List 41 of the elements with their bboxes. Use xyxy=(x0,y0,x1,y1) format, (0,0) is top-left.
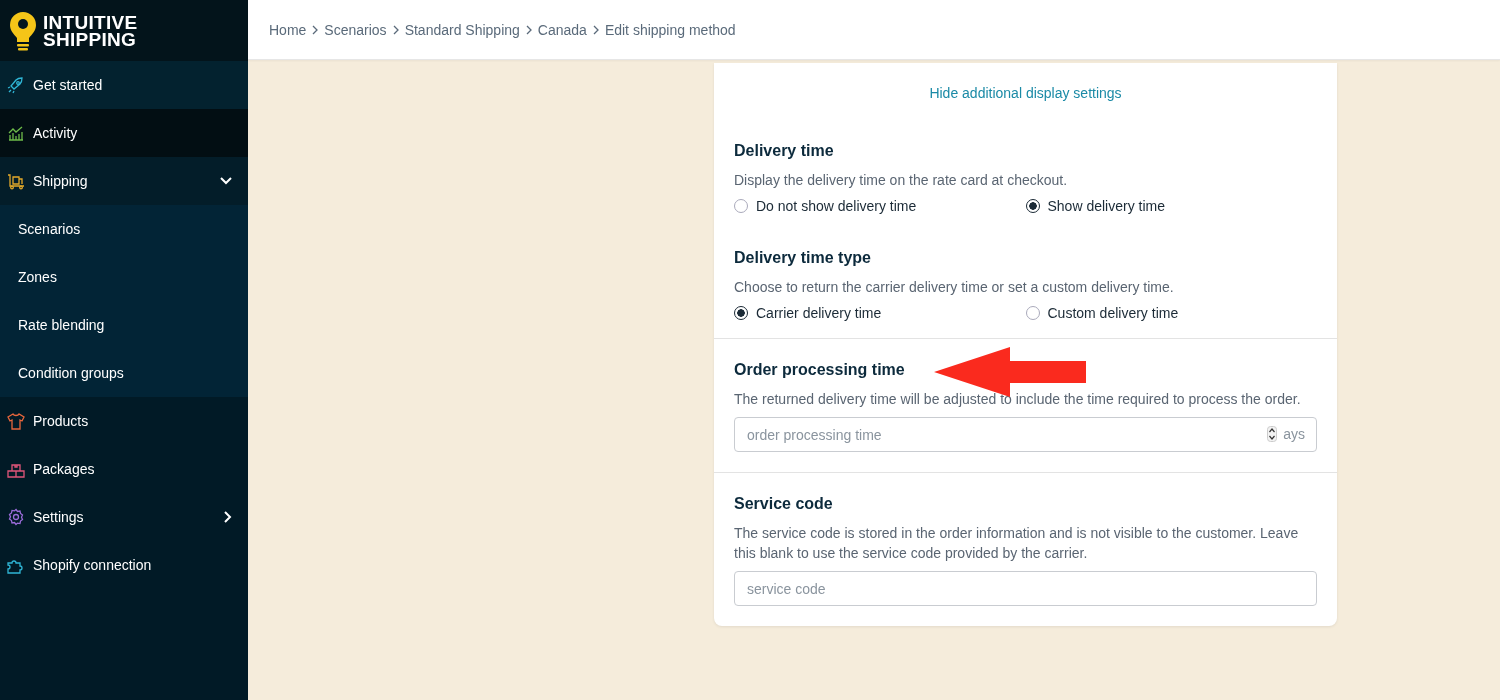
sidebar-item[interactable]: Activity xyxy=(0,109,248,157)
section-description: Display the delivery time on the rate card at checkout. xyxy=(734,171,1069,190)
toggle-link[interactable]: Hide additional display settings xyxy=(929,85,1122,101)
sidebar-subitem[interactable]: Rate blending xyxy=(0,301,248,349)
unit-suffix: ays xyxy=(1283,426,1305,442)
chart-icon xyxy=(7,124,25,142)
section-title: Order processing time xyxy=(734,361,905,379)
breadcrumb-link[interactable]: Home xyxy=(269,21,307,38)
section-description: The returned delivery time will be adjusted to include the time required to process the order. xyxy=(734,390,1302,409)
breadcrumb-link[interactable]: Canada xyxy=(537,21,587,38)
section-title: Delivery time xyxy=(734,142,834,160)
breadcrumb-link[interactable]: Standard Shipping xyxy=(404,21,520,38)
chevron-right-icon xyxy=(392,24,399,35)
shirt-icon xyxy=(7,412,25,430)
sidebar-subitem[interactable]: Condition groups xyxy=(0,349,248,397)
breadcrumb-link[interactable]: Scenarios xyxy=(324,21,387,38)
sidebar-subitem[interactable]: Zones xyxy=(0,253,248,301)
radio-label: Carrier delivery time xyxy=(756,305,882,321)
breadcrumb-current: Edit shipping method xyxy=(604,21,736,38)
logo-text: SHIPPING xyxy=(43,30,138,48)
chevron-right-icon xyxy=(525,24,532,35)
spinner-icon[interactable] xyxy=(1267,426,1277,442)
radio-button[interactable] xyxy=(734,306,748,320)
sidebar-item[interactable]: Get started xyxy=(0,61,248,109)
radio-label: Do not show delivery time xyxy=(756,198,917,214)
section-description: Choose to return the carrier delivery time or set a custom delivery time. xyxy=(734,278,1175,297)
bulb-pin-icon xyxy=(9,10,37,51)
chevron-right-icon xyxy=(312,24,319,35)
radio-label: Custom delivery time xyxy=(1047,305,1179,321)
radio-button[interactable] xyxy=(1025,199,1040,213)
chevron-right-icon xyxy=(592,24,599,35)
section-title: Service code xyxy=(734,495,833,513)
logo-text: INTUITIVE xyxy=(43,13,138,31)
radio-label: Show delivery time xyxy=(1047,198,1165,214)
rocket-icon xyxy=(7,76,25,94)
input-field[interactable]: service code xyxy=(734,571,1317,606)
section-title: Delivery time type xyxy=(734,249,871,267)
truck-icon xyxy=(7,172,25,190)
gear-icon xyxy=(7,508,25,526)
section-description: The service code is stored in the order information and is not visible to the customer. Leave this blank to use the service code provided by the carrier. xyxy=(734,524,1300,563)
sidebar-subitem[interactable]: Scenarios xyxy=(0,205,248,253)
